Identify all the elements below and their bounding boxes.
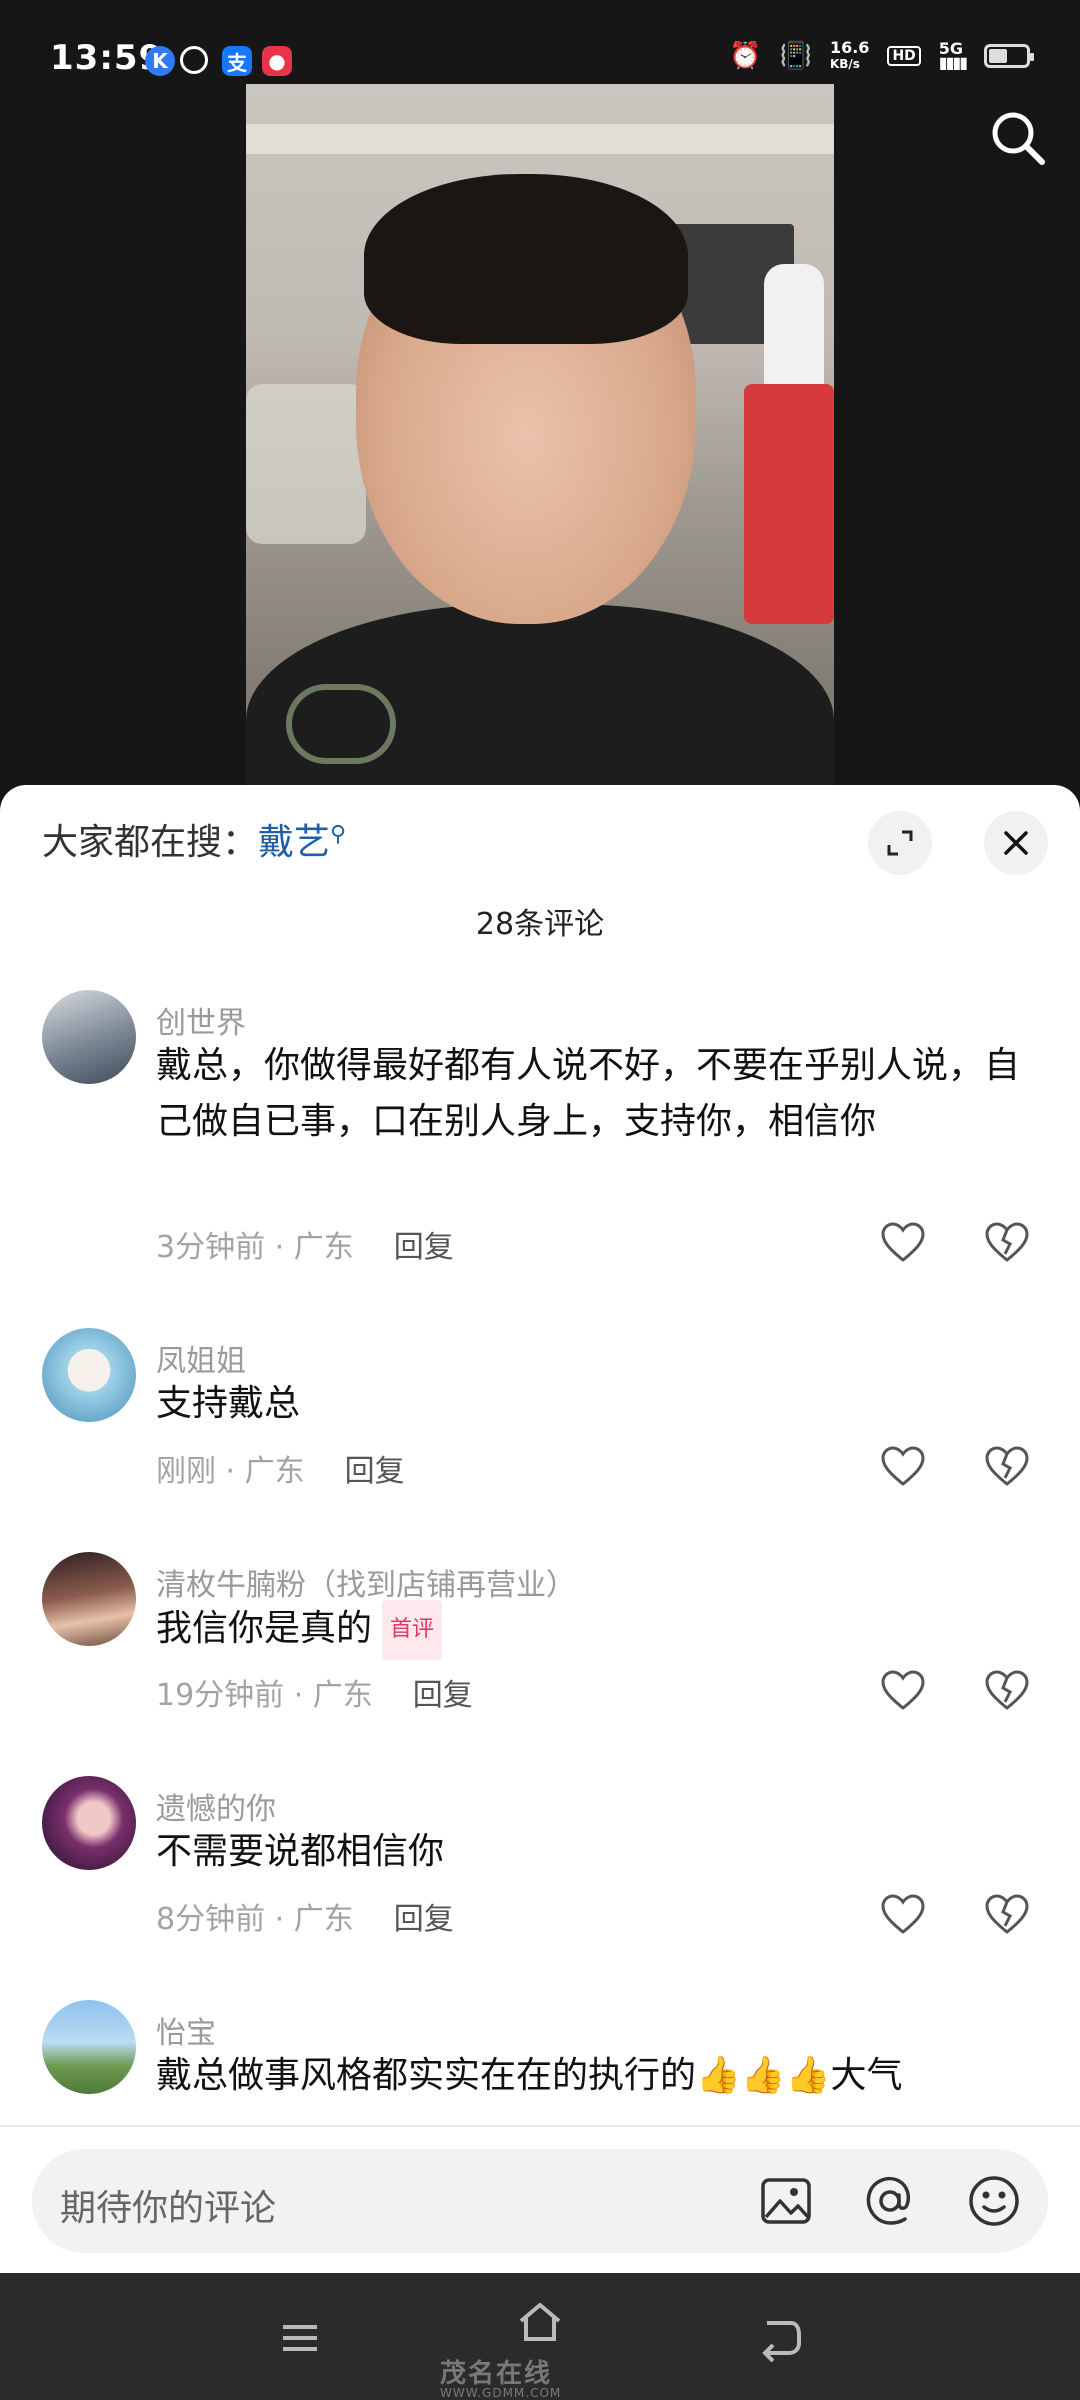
back-icon[interactable] bbox=[755, 2313, 805, 2363]
comment-meta: 8分钟前 · 广东 回复 bbox=[156, 1902, 454, 1937]
avatar[interactable] bbox=[42, 1328, 136, 1422]
comment-input-bar: 期待你的评论 bbox=[0, 2125, 1080, 2273]
reply-button[interactable]: 回复 bbox=[413, 1678, 473, 1713]
expand-icon bbox=[887, 830, 913, 856]
trending-keyword[interactable]: 戴艺 bbox=[258, 822, 330, 863]
avatar[interactable] bbox=[42, 1776, 136, 1870]
red-can bbox=[744, 384, 834, 624]
avatar[interactable] bbox=[42, 1552, 136, 1646]
reply-button[interactable]: 回复 bbox=[345, 1454, 405, 1489]
app-loop-icon bbox=[180, 46, 208, 74]
app-k-icon: K bbox=[145, 46, 175, 76]
comment-username[interactable]: 清枚牛腩粉（找到店铺再营业） bbox=[156, 1560, 576, 1604]
heart-icon[interactable] bbox=[880, 1892, 926, 1938]
glass-jar bbox=[246, 384, 366, 544]
shirt-pattern bbox=[286, 684, 396, 764]
home-icon[interactable] bbox=[515, 2297, 565, 2347]
alarm-icon: ⏰ bbox=[729, 41, 762, 71]
small-search-icon: ⚲ bbox=[330, 822, 347, 847]
broken-heart-icon[interactable] bbox=[984, 1892, 1030, 1938]
reply-button[interactable]: 回复 bbox=[394, 1230, 454, 1265]
status-right-group: ⏰ 📳 16.6 KB/s HD 5G ▮▮▮▮ bbox=[729, 38, 1034, 72]
comment-meta: 刚刚 · 广东 回复 bbox=[156, 1454, 405, 1489]
comment-text: 戴总做事风格都实实在在的执行的👍👍👍大气 bbox=[156, 2055, 903, 2096]
shelf bbox=[246, 124, 834, 154]
comment-input[interactable]: 期待你的评论 bbox=[32, 2149, 1048, 2253]
hd-icon: HD bbox=[887, 46, 921, 66]
signal-icon: 5G ▮▮▮▮ bbox=[938, 39, 968, 72]
reply-button[interactable]: 回复 bbox=[394, 1902, 454, 1937]
broken-heart-icon[interactable] bbox=[984, 1668, 1030, 1714]
first-comment-badge: 首评 bbox=[382, 1600, 443, 1660]
heart-icon[interactable] bbox=[880, 1220, 926, 1266]
video-frame[interactable] bbox=[246, 84, 834, 804]
app-red-icon: ● bbox=[262, 46, 292, 76]
comment-text: 我信你是真的 首评 bbox=[156, 1600, 1036, 1660]
broken-heart-icon[interactable] bbox=[984, 1444, 1030, 1490]
avatar[interactable] bbox=[42, 990, 136, 1084]
comment-username[interactable]: 遗憾的你 bbox=[156, 1784, 276, 1828]
vibrate-icon: 📳 bbox=[779, 41, 812, 71]
battery-icon bbox=[984, 44, 1034, 68]
comment-username[interactable]: 怡宝 bbox=[156, 2008, 216, 2052]
comment-username[interactable]: 凤姐姐 bbox=[156, 1336, 246, 1380]
heart-icon[interactable] bbox=[880, 1444, 926, 1490]
emoji-icon[interactable] bbox=[966, 2173, 1022, 2229]
image-icon[interactable] bbox=[758, 2173, 814, 2229]
comment-panel: 大家都在搜：戴艺⚲ 28条评论 创世界 戴总，你做得最好都有人说不好，不要在乎别… bbox=[0, 785, 1080, 2275]
person-hair bbox=[364, 174, 688, 344]
comment-input-placeholder: 期待你的评论 bbox=[60, 2188, 277, 2229]
comment-count: 28条评论 bbox=[475, 907, 605, 942]
broken-heart-icon[interactable] bbox=[984, 1220, 1030, 1266]
alipay-icon: 支 bbox=[222, 46, 252, 76]
search-icon[interactable] bbox=[988, 108, 1048, 168]
avatar[interactable] bbox=[42, 2000, 136, 2094]
comment-text: 不需要说都相信你 bbox=[156, 1831, 445, 1872]
comment-username[interactable]: 创世界 bbox=[156, 998, 246, 1042]
expand-button[interactable] bbox=[868, 811, 932, 875]
close-button[interactable] bbox=[984, 811, 1048, 875]
system-nav-bar: 茂名在线 WWW.GDMM.COM bbox=[0, 2273, 1080, 2400]
comment-text: 支持戴总 bbox=[156, 1383, 301, 1424]
network-speed: 16.6 KB/s bbox=[829, 38, 870, 72]
heart-icon[interactable] bbox=[880, 1668, 926, 1714]
menu-icon[interactable] bbox=[275, 2313, 325, 2363]
trending-search[interactable]: 大家都在搜：戴艺⚲ bbox=[42, 813, 346, 865]
video-area[interactable] bbox=[0, 84, 1080, 804]
at-icon[interactable] bbox=[862, 2173, 918, 2229]
watermark: 茂名在线 WWW.GDMM.COM bbox=[440, 2359, 562, 2400]
comment-meta: 19分钟前 · 广东 回复 bbox=[156, 1678, 473, 1713]
comment-text: 戴总，你做得最好都有人说不好，不要在乎别人说，自己做自已事，口在别人身上，支持你… bbox=[156, 1045, 1021, 1142]
close-icon bbox=[1004, 831, 1028, 855]
comment-meta: 3分钟前 · 广东 回复 bbox=[156, 1230, 454, 1265]
